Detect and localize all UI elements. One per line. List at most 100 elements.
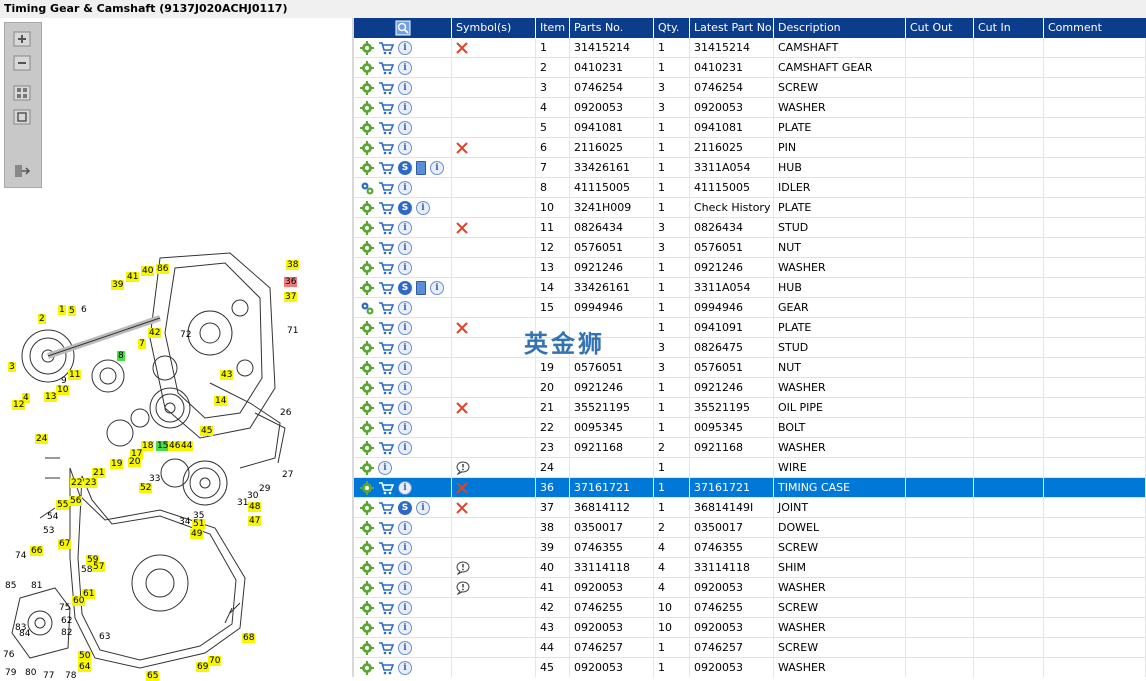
table-row[interactable]: i 20 0921246 1 0921246 WASHER bbox=[354, 378, 1146, 398]
table-row[interactable]: i 39 0746355 4 0746355 SCREW bbox=[354, 538, 1146, 558]
callout-label[interactable]: 11 bbox=[68, 370, 82, 380]
info-icon[interactable]: i bbox=[398, 641, 412, 655]
gear-icon[interactable] bbox=[360, 101, 374, 115]
callout-label[interactable]: 75 bbox=[58, 603, 71, 613]
info-icon[interactable]: i bbox=[430, 281, 444, 295]
cart-icon[interactable] bbox=[378, 201, 395, 215]
callout-label[interactable]: 86 bbox=[156, 264, 170, 274]
info-icon[interactable]: i bbox=[398, 101, 412, 115]
callout-label[interactable]: 62 bbox=[60, 616, 73, 626]
gear-icon[interactable] bbox=[360, 441, 374, 455]
callout-label[interactable]: 54 bbox=[46, 512, 59, 522]
info-icon[interactable]: i bbox=[398, 601, 412, 615]
info-icon[interactable]: i bbox=[398, 481, 412, 495]
gear-icon[interactable] bbox=[360, 581, 374, 595]
table-row[interactable]: i 8 41115005 1 41115005 IDLER bbox=[354, 178, 1146, 198]
header-comment[interactable]: Comment bbox=[1044, 18, 1146, 38]
callout-label[interactable]: 38 bbox=[286, 260, 300, 270]
gear-icon[interactable] bbox=[360, 261, 374, 275]
cart-icon[interactable] bbox=[378, 541, 395, 555]
info-icon[interactable]: i bbox=[378, 461, 392, 475]
cart-icon[interactable] bbox=[378, 161, 395, 175]
note-icon[interactable] bbox=[456, 461, 470, 476]
info-icon[interactable]: i bbox=[398, 321, 412, 335]
callout-label[interactable]: 2 bbox=[38, 314, 46, 324]
header-parts-no[interactable]: Parts No. bbox=[570, 18, 654, 38]
callout-label[interactable]: 36 bbox=[284, 277, 298, 287]
table-row[interactable]: i 38 0350017 2 0350017 DOWEL bbox=[354, 518, 1146, 538]
table-row[interactable]: Si 37 36814112 1 36814149I JOINT bbox=[354, 498, 1146, 518]
callout-label[interactable]: 74 bbox=[14, 551, 27, 561]
info-icon[interactable]: i bbox=[398, 421, 412, 435]
gear-icon[interactable] bbox=[360, 341, 374, 355]
info-icon[interactable]: i bbox=[398, 141, 412, 155]
info-icon[interactable]: i bbox=[398, 541, 412, 555]
table-row[interactable]: i 6 2116025 1 2116025 PIN bbox=[354, 138, 1146, 158]
gear-icon[interactable] bbox=[360, 661, 374, 675]
cart-icon[interactable] bbox=[378, 261, 395, 275]
cart-icon[interactable] bbox=[378, 581, 395, 595]
callout-label[interactable]: 45 bbox=[200, 426, 214, 436]
document-icon[interactable] bbox=[416, 161, 426, 175]
gear-icon[interactable] bbox=[360, 81, 374, 95]
cart-icon[interactable] bbox=[378, 181, 395, 195]
cart-icon[interactable] bbox=[378, 381, 395, 395]
callout-label[interactable]: 57 bbox=[92, 562, 106, 572]
gear-icon[interactable] bbox=[360, 361, 374, 375]
callout-label[interactable]: 81 bbox=[30, 581, 43, 591]
callout-label[interactable]: 20 bbox=[128, 457, 142, 467]
note-icon[interactable] bbox=[456, 581, 470, 596]
diagram-panel[interactable]: 38 36 37 71 39 41 40 86 2 1 5 6 72 7 42 8 3 43 11 10 13 9 4 12 1… bbox=[0, 18, 352, 681]
table-row[interactable]: Si 10 3241H009 1 Check History PLATE bbox=[354, 198, 1146, 218]
gear-icon[interactable] bbox=[360, 121, 374, 135]
table-row[interactable]: i 2 0410231 1 0410231 CAMSHAFT GEAR bbox=[354, 58, 1146, 78]
cart-icon[interactable] bbox=[378, 481, 395, 495]
callout-label[interactable]: 37 bbox=[284, 292, 298, 302]
callout-label[interactable]: 21 bbox=[92, 468, 106, 478]
table-row[interactable]: i 5 0941081 1 0941081 PLATE bbox=[354, 118, 1146, 138]
table-row[interactable]: i 3 0826475 STUD bbox=[354, 338, 1146, 358]
callout-label[interactable]: 1 bbox=[58, 305, 66, 315]
table-row[interactable]: i 45 0920053 1 0920053 WASHER bbox=[354, 658, 1146, 677]
info-icon[interactable]: i bbox=[398, 261, 412, 275]
cart-icon[interactable] bbox=[378, 601, 395, 615]
table-row[interactable]: i 1 31415214 1 31415214 CAMSHAFT bbox=[354, 38, 1146, 58]
table-row[interactable]: i 36 37161721 1 37161721 TIMING CASE bbox=[354, 478, 1146, 498]
gear-icon[interactable] bbox=[360, 61, 374, 75]
table-row[interactable]: i 43 0920053 10 0920053 WASHER bbox=[354, 618, 1146, 638]
callout-label[interactable]: 8 bbox=[117, 351, 125, 361]
note-icon[interactable] bbox=[456, 561, 470, 576]
table-row[interactable]: i 12 0576051 3 0576051 NUT bbox=[354, 238, 1146, 258]
info-icon[interactable]: i bbox=[416, 201, 430, 215]
header-item[interactable]: Item bbox=[536, 18, 570, 38]
info-icon[interactable]: i bbox=[398, 361, 412, 375]
header-latest-part-no[interactable]: Latest Part No. bbox=[690, 18, 774, 38]
callout-label[interactable]: 53 bbox=[42, 526, 55, 536]
gear-icon[interactable] bbox=[360, 601, 374, 615]
callout-label[interactable]: 60 bbox=[72, 596, 86, 606]
cart-icon[interactable] bbox=[378, 141, 395, 155]
table-row[interactable]: Si 14 33426161 1 3311A054 HUB bbox=[354, 278, 1146, 298]
info-icon[interactable]: i bbox=[398, 221, 412, 235]
info-icon[interactable]: i bbox=[398, 381, 412, 395]
supersession-icon[interactable]: S bbox=[398, 501, 412, 515]
table-row[interactable]: i 3 0746254 3 0746254 SCREW bbox=[354, 78, 1146, 98]
table-row[interactable]: i 41 0920053 4 0920053 WASHER bbox=[354, 578, 1146, 598]
callout-label[interactable]: 9 bbox=[60, 376, 68, 386]
callout-label[interactable]: 22 bbox=[70, 478, 84, 488]
callout-label[interactable]: 66 bbox=[30, 546, 44, 556]
info-icon[interactable]: i bbox=[416, 501, 430, 515]
callout-label[interactable]: 67 bbox=[58, 539, 72, 549]
callout-label[interactable]: 65 bbox=[146, 671, 160, 681]
callout-label[interactable]: 49 bbox=[190, 529, 204, 539]
info-icon[interactable]: i bbox=[398, 41, 412, 55]
callout-label[interactable]: 13 bbox=[44, 392, 58, 402]
callout-label[interactable]: 63 bbox=[98, 632, 111, 642]
callout-label[interactable]: 12 bbox=[12, 400, 26, 410]
info-icon[interactable]: i bbox=[398, 621, 412, 635]
info-icon[interactable]: i bbox=[398, 241, 412, 255]
supersession-icon[interactable]: S bbox=[398, 201, 412, 215]
supersession-icon[interactable]: S bbox=[398, 161, 412, 175]
cart-icon[interactable] bbox=[378, 621, 395, 635]
gear-icon[interactable] bbox=[360, 481, 374, 495]
